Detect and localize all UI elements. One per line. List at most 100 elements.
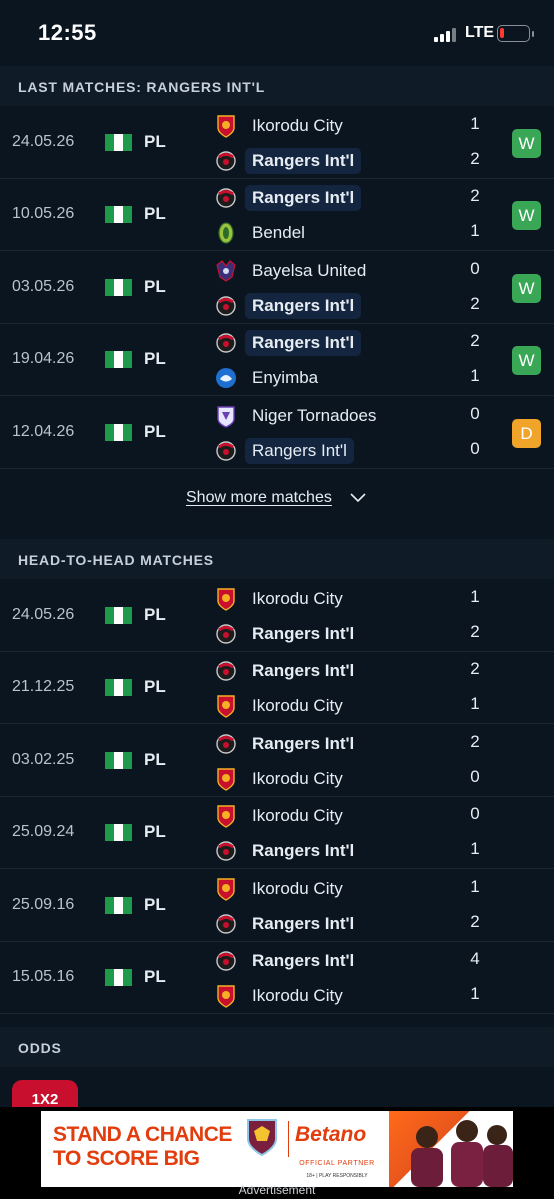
- away-team-name: Rangers Int'l: [252, 624, 355, 643]
- away-team: Bendel 1: [213, 218, 503, 248]
- match-row[interactable]: 03.02.25 PL Rangers Int'l 2 Ikorodu City 0: [0, 724, 554, 797]
- away-team: Rangers Int'l 0: [213, 436, 503, 466]
- away-score: 1: [470, 221, 480, 241]
- match-date: 12.04.26: [12, 422, 75, 440]
- ad-partner: OFFICIAL PARTNER: [299, 1160, 375, 1167]
- battery-icon: [497, 25, 530, 42]
- head-to-head-title: HEAD-TO-HEAD MATCHES: [18, 552, 214, 568]
- away-team: Rangers Int'l 2: [213, 909, 503, 939]
- ad-brand: Betano: [295, 1123, 367, 1146]
- away-team: Ikorodu City 1: [213, 691, 503, 721]
- away-team: Enyimba 1: [213, 363, 503, 393]
- ikorodu-crest-icon: [215, 804, 237, 828]
- away-score: 1: [470, 366, 480, 386]
- rangers-crest-icon: [215, 186, 237, 210]
- odds-title: ODDS: [18, 1040, 62, 1056]
- home-team: Bayelsa United 0: [213, 256, 503, 286]
- home-team: Ikorodu City 0: [213, 801, 503, 831]
- nigeria-flag-icon: [105, 423, 132, 441]
- bendel-crest-icon: [215, 221, 237, 245]
- away-team-name: Ikorodu City: [252, 696, 343, 716]
- home-score: 4: [470, 949, 480, 968]
- match-row[interactable]: 25.09.16 PL Ikorodu City 1 Rangers Int'l 2: [0, 869, 554, 942]
- away-score: 2: [470, 911, 480, 931]
- match-row[interactable]: 25.09.24 PL Ikorodu City 0 Rangers Int'l 1: [0, 797, 554, 870]
- match-date: 03.05.26: [12, 277, 75, 295]
- rangers-crest-icon: [215, 149, 237, 173]
- nigeria-flag-icon: [105, 969, 132, 986]
- home-team-name: Ikorodu City: [252, 589, 343, 608]
- status-bar: 12:55 LTE: [0, 0, 554, 66]
- match-date: 25.09.24: [12, 823, 75, 841]
- match-row[interactable]: 10.05.26 PL Rangers Int'l 2 Bendel 1 W: [0, 179, 554, 252]
- home-score: 0: [470, 258, 480, 278]
- home-team-name: Ikorodu City: [252, 116, 343, 135]
- away-team: Rangers Int'l 2: [213, 291, 503, 321]
- league-label: PL: [144, 349, 166, 369]
- league-label: PL: [144, 749, 166, 769]
- match-date: 15.05.16: [12, 968, 75, 985]
- match-date: 24.05.26: [12, 606, 75, 623]
- ikorodu-crest-icon: [215, 767, 237, 791]
- home-team: Rangers Int'l 2: [213, 183, 503, 213]
- away-team-name: Enyimba: [252, 368, 319, 388]
- match-row[interactable]: 12.04.26 PL Niger Tornadoes 0 Rangers Int'l 0…: [0, 396, 554, 469]
- rangers-crest-icon: [215, 659, 237, 683]
- home-team: Niger Tornadoes 0: [213, 401, 503, 431]
- league-label: PL: [144, 822, 166, 842]
- rangers-crest-icon: [215, 949, 237, 973]
- home-score: 2: [470, 659, 480, 679]
- away-team: Ikorodu City 1: [213, 981, 503, 1011]
- head-to-head-header: HEAD-TO-HEAD MATCHES: [0, 539, 554, 579]
- league-label: PL: [144, 421, 166, 441]
- ad-disclaimer: 18+ | PLAY RESPONSIBLY: [306, 1173, 368, 1179]
- away-team: Rangers Int'l 2: [213, 146, 503, 176]
- away-score: 2: [470, 622, 480, 641]
- match-row[interactable]: 19.04.26 PL Rangers Int'l 2 Enyimba 1 W: [0, 324, 554, 397]
- nigeria-flag-icon: [105, 896, 132, 914]
- league-label: PL: [144, 605, 166, 624]
- rangers-crest-icon: [215, 294, 237, 318]
- rangers-crest-icon: [215, 439, 237, 463]
- away-score: 1: [470, 839, 480, 859]
- match-row[interactable]: 24.05.26 PL Ikorodu City 1 Rangers Int'l 2 W: [0, 107, 554, 179]
- ad-banner[interactable]: STAND A CHANCE TO SCORE BIG Betano OFFIC…: [41, 1111, 513, 1187]
- match-row[interactable]: 21.12.25 PL Rangers Int'l 2 Ikorodu City 1: [0, 652, 554, 725]
- network-type: LTE: [465, 24, 495, 41]
- bayelsa-crest-icon: [215, 259, 237, 283]
- home-score: 1: [470, 587, 480, 606]
- home-score: 0: [470, 804, 480, 824]
- home-team-name: Rangers Int'l: [252, 733, 355, 753]
- match-row[interactable]: 24.05.26 PL Ikorodu City 1 Rangers Int'l 2: [0, 580, 554, 652]
- ikorodu-crest-icon: [215, 877, 237, 901]
- match-row[interactable]: 03.05.26 PL Bayelsa United 0 Rangers Int'l 2 W: [0, 251, 554, 324]
- rangers-crest-icon: [215, 912, 237, 936]
- home-score: 0: [470, 403, 480, 423]
- show-more-matches-link[interactable]: Show more matches: [186, 489, 332, 507]
- enyimba-crest-icon: [215, 366, 237, 390]
- match-row[interactable]: 15.05.16 PL Rangers Int'l 4 Ikorodu City 1: [0, 942, 554, 1014]
- nigeria-flag-icon: [105, 679, 132, 697]
- match-date: 24.05.26: [12, 133, 75, 150]
- home-score: 1: [470, 876, 480, 896]
- show-more-row: Show more matches: [0, 471, 554, 539]
- league-label: PL: [144, 677, 166, 697]
- away-score: 1: [470, 984, 480, 1003]
- ad-headline: STAND A CHANCE TO SCORE BIG: [53, 1123, 232, 1170]
- odds-header: ODDS: [0, 1027, 554, 1067]
- away-team-name: Rangers Int'l: [245, 292, 362, 319]
- result-badge: W: [512, 201, 541, 231]
- away-team-name: Rangers Int'l: [245, 437, 354, 464]
- nigeria-flag-icon: [105, 278, 132, 296]
- nigeria-flag-icon: [105, 824, 132, 842]
- result-badge: W: [512, 273, 541, 303]
- home-score: 2: [470, 186, 480, 206]
- ikorodu-crest-icon: [215, 587, 237, 611]
- match-date: 19.04.26: [12, 350, 75, 368]
- last-matches-header: LAST MATCHES: RANGERS INT'L: [0, 66, 554, 106]
- home-team-name: Ikorodu City: [252, 806, 343, 826]
- away-team: Rangers Int'l 2: [213, 619, 503, 649]
- chevron-down-icon[interactable]: [350, 493, 366, 503]
- away-score: 2: [470, 149, 480, 168]
- league-label: PL: [144, 204, 166, 224]
